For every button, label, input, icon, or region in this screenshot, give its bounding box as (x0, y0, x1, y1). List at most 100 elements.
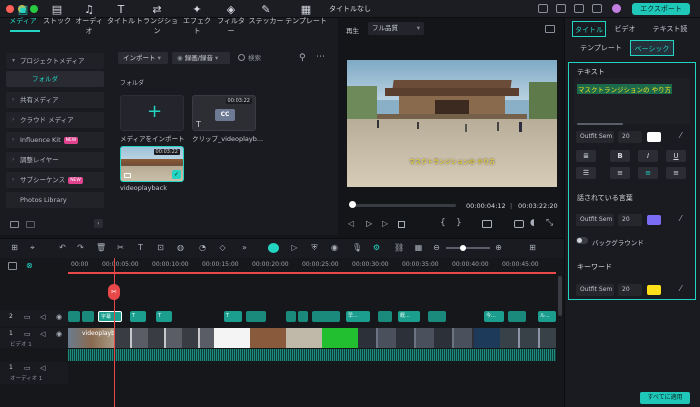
more-tools-icon[interactable]: » (240, 243, 249, 252)
caption-clip-tile[interactable]: 00:03:22 CC T (192, 95, 256, 131)
zoom-slider-knob[interactable] (460, 245, 466, 251)
text-scroll-bar[interactable] (577, 123, 623, 125)
align-justify-icon[interactable]: ☰ (576, 167, 596, 179)
storyboard-icon[interactable]: ⚙ (372, 243, 381, 252)
text-content-field[interactable]: マスクトランジションの やり方 (574, 78, 690, 124)
title-clip[interactable] (286, 311, 296, 322)
subtitle-overlay[interactable]: マスクトランジションの やり方 (347, 157, 557, 166)
tab-sticker[interactable]: ✎ ステッカー (248, 4, 284, 32)
ai-magic-button[interactable] (268, 243, 279, 253)
record-dropdown[interactable]: ◉ 録画/録音 ▾ (172, 52, 230, 64)
tab-text-to-speech[interactable]: テキスト読 (646, 21, 694, 37)
sidebar-item-adjustment-layer[interactable]: › 調整レイヤー (6, 152, 104, 168)
mark-out-icon[interactable]: } (456, 218, 462, 228)
font-select[interactable]: Outfit Sem (576, 131, 614, 143)
folder-track-icon[interactable]: ▭ (24, 313, 31, 321)
quality-dropdown[interactable]: フル品質 ▾ (368, 22, 424, 35)
progress-track[interactable] (350, 204, 456, 207)
underline-button[interactable]: U (666, 150, 686, 162)
apply-all-button[interactable]: すべてに適用 (640, 392, 690, 404)
title-clip[interactable] (508, 311, 526, 322)
tab-transition[interactable]: ⇄ トランジション (134, 4, 180, 36)
play-icon[interactable]: ▷ (366, 219, 372, 228)
title-clip[interactable]: 字幕 (98, 311, 122, 322)
title-clip[interactable] (428, 311, 446, 322)
video-clip[interactable]: videoplayback (68, 328, 114, 348)
mark-in-icon[interactable]: { (440, 218, 446, 228)
new-folder-icon[interactable] (10, 221, 19, 228)
keyframe-icon[interactable]: ◇ (218, 243, 227, 252)
title-clip[interactable]: T (130, 311, 146, 322)
link-icon[interactable]: ⛓ (394, 243, 404, 252)
zoom-slider[interactable] (446, 247, 490, 249)
eye-icon[interactable]: ◉ (56, 313, 62, 321)
tab-title[interactable]: T タイトル (106, 4, 136, 32)
tab-template[interactable]: ▦ テンプレート (284, 4, 328, 32)
keyword-size-select[interactable]: 20 (618, 284, 642, 296)
link-track-icon[interactable]: ⊗ (26, 261, 33, 270)
next-frame-icon[interactable]: ▷ (382, 219, 388, 228)
playhead-handle[interactable]: ✂ (108, 284, 120, 300)
zoom-in-icon[interactable]: ⊕ (494, 243, 503, 252)
crop-icon[interactable]: ⊡ (156, 243, 165, 252)
sidebar-item-project-media[interactable]: ▾ プロジェクトメディア (6, 53, 104, 69)
title-clip[interactable] (312, 311, 340, 322)
align-right-icon[interactable]: ≡ (666, 167, 686, 179)
camera-icon[interactable] (514, 220, 524, 228)
video-clip[interactable] (500, 328, 556, 348)
playhead[interactable] (114, 258, 115, 407)
keyword-font-select[interactable]: Outfit Sem (576, 284, 614, 296)
subtab-basic[interactable]: ベーシック (630, 40, 674, 56)
play-render-icon[interactable]: ▷ (290, 243, 299, 252)
layout-grid-icon[interactable]: ⊞ (10, 243, 19, 252)
video-clip[interactable] (286, 328, 322, 348)
video-clip[interactable] (214, 328, 250, 348)
import-dropdown[interactable]: インポート ▾ (118, 52, 168, 64)
more-options-icon[interactable]: ⋯ (316, 52, 325, 62)
collapse-sidebar-icon[interactable]: ‹ (94, 219, 103, 228)
progress-knob[interactable] (349, 201, 356, 208)
tab-filter[interactable]: ◈ フィルター (214, 4, 248, 36)
video-preview[interactable]: マスクトランジションの やり方 (347, 60, 557, 187)
video-clip[interactable] (358, 328, 474, 348)
video-clip[interactable] (322, 328, 358, 348)
download-icon[interactable] (574, 4, 584, 13)
split-icon[interactable]: ✂ (116, 243, 125, 252)
add-track-icon[interactable] (8, 262, 17, 270)
select-tool-icon[interactable]: ⌖ (28, 243, 37, 252)
eyedropper-icon[interactable]: ⁄ (680, 131, 681, 140)
grid-icon[interactable] (592, 4, 602, 13)
spoken-color-swatch[interactable] (647, 215, 661, 225)
speaker-icon[interactable]: ◁ (40, 364, 45, 372)
text-tool-icon[interactable]: T (136, 243, 145, 252)
eyedropper-icon[interactable]: ⁄ (680, 284, 681, 293)
folder-icon[interactable] (26, 221, 35, 228)
font-size-select[interactable]: 20 (618, 131, 642, 143)
fullscreen-icon[interactable]: ⤡ (546, 218, 553, 228)
title-clip[interactable] (82, 311, 94, 322)
spoken-font-select[interactable]: Outfit Sem (576, 214, 614, 226)
avatar-icon[interactable] (612, 4, 621, 13)
audio-icon[interactable]: ◖ (530, 218, 535, 228)
tab-title-properties[interactable]: タイトル (572, 21, 606, 37)
italic-button[interactable]: I (638, 150, 658, 162)
folder-track-icon[interactable]: ▭ (24, 330, 31, 338)
microphone-icon[interactable]: 🎙 (352, 243, 362, 252)
keyword-color-swatch[interactable] (647, 285, 661, 295)
zoom-out-icon[interactable]: ⊖ (432, 243, 441, 252)
subtab-template[interactable]: テンプレート (578, 41, 624, 56)
sidebar-item-cloud-media[interactable]: › クラウド メディア (6, 112, 104, 128)
video-clip-tile[interactable]: 00:03:22 ✓ (120, 146, 184, 182)
snapshot-icon[interactable] (545, 25, 555, 33)
undo-icon[interactable]: ↶ (58, 243, 67, 252)
search-input[interactable]: 検索 (236, 52, 302, 64)
title-clip[interactable]: 早... (346, 311, 370, 322)
list-format-icon[interactable]: ≣ (576, 150, 596, 162)
record-voice-icon[interactable]: ◉ (330, 243, 339, 252)
marker-icon[interactable]: ▦ (414, 243, 423, 252)
tab-effect[interactable]: ✦ エフェクト (180, 4, 214, 36)
display-icon[interactable] (482, 220, 492, 228)
video-clip[interactable] (474, 328, 500, 348)
folder-track-icon[interactable]: ▭ (24, 364, 31, 372)
import-media-tile[interactable]: + (120, 95, 184, 131)
